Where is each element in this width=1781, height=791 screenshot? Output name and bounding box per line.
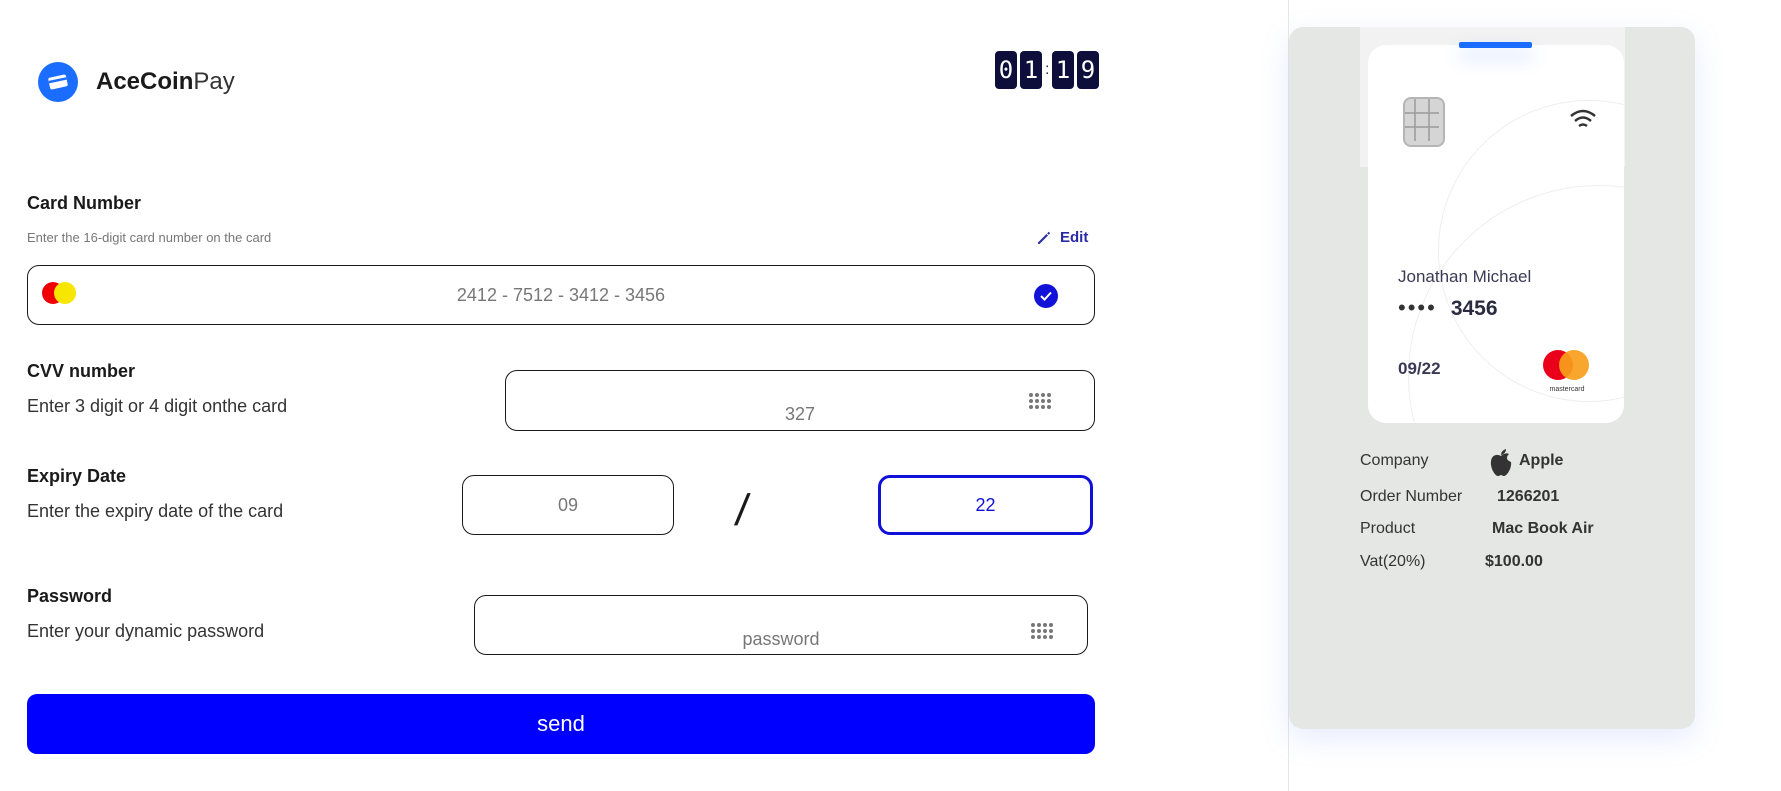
- order-number-label: Order Number: [1360, 488, 1463, 505]
- cvv-input[interactable]: 327: [505, 370, 1095, 431]
- cvv-label: CVV number: [27, 361, 136, 381]
- apple-icon: [1490, 449, 1512, 476]
- expiry-month-input[interactable]: 09: [462, 475, 674, 535]
- timer-digit: 1: [1052, 51, 1074, 89]
- card-number-input[interactable]: 2412 - 7512 - 3412 - 3456: [27, 265, 1095, 325]
- card-number-value: 2412 - 7512 - 3412 - 3456: [456, 284, 666, 305]
- brand-name-light: Pay: [193, 68, 235, 95]
- product-label: Product: [1360, 520, 1416, 537]
- expiry-label: Expiry Date: [27, 466, 127, 486]
- pencil-icon: [1038, 231, 1051, 244]
- brand-name-bold: AceCoin: [96, 68, 194, 95]
- countdown-timer: 0 1 : 1 9: [995, 51, 1099, 89]
- card-preview: Jonathan Michael •••• 3456 09/22 masterca…: [1368, 45, 1624, 423]
- expiry-year-input[interactable]: 22: [878, 475, 1093, 535]
- check-icon: [1034, 284, 1058, 308]
- brand-logo-icon: [38, 62, 78, 102]
- timer-separator: :: [1045, 61, 1050, 78]
- company-value: Apple: [1519, 452, 1564, 469]
- expiry-month-value: 09: [557, 494, 579, 515]
- vat-value: $100.00: [1485, 553, 1543, 570]
- mastercard-logo-icon: mastercard: [1543, 350, 1603, 400]
- chip-icon: [1403, 97, 1445, 147]
- order-number-value: 1266201: [1497, 488, 1560, 505]
- expiry-year-value: 22: [975, 494, 996, 515]
- contactless-icon: [1570, 109, 1596, 128]
- cvv-hint: Enter 3 digit or 4 digit onthe card: [27, 396, 288, 416]
- timer-digit: 0: [995, 51, 1017, 89]
- mastercard-icon: [42, 282, 82, 304]
- company-label: Company: [1360, 452, 1429, 469]
- send-button[interactable]: send: [27, 694, 1095, 754]
- password-hint: Enter your dynamic password: [27, 621, 265, 641]
- card-mask-dots: ••••: [1398, 295, 1437, 320]
- edit-card-button[interactable]: Edit: [1036, 229, 1088, 246]
- card-number-label: Card Number: [27, 193, 142, 213]
- card-holder-name: Jonathan Michael: [1398, 267, 1532, 286]
- keypad-icon: [1031, 623, 1053, 639]
- expiry-separator: /: [732, 486, 752, 535]
- vat-label: Vat(20%): [1360, 553, 1426, 570]
- cvv-value: 327: [784, 404, 816, 424]
- timer-digit: 9: [1077, 51, 1099, 89]
- card-number-hint: Enter the 16-digit card number on the ca…: [27, 230, 272, 245]
- card-expiry: 09/22: [1398, 359, 1441, 378]
- password-input[interactable]: password: [474, 595, 1088, 655]
- product-value: Mac Book Air: [1492, 520, 1594, 537]
- timer-digit: 1: [1020, 51, 1042, 89]
- card-last4: 3456: [1450, 297, 1498, 320]
- expiry-hint: Enter the expiry date of the card: [27, 501, 284, 521]
- edit-label: Edit: [1060, 229, 1089, 246]
- password-placeholder: password: [742, 629, 820, 649]
- password-label: Password: [27, 586, 113, 606]
- brand-name: AceCoinPay: [96, 68, 235, 96]
- mastercard-wordmark: mastercard: [1549, 386, 1585, 393]
- keypad-icon: [1029, 393, 1051, 409]
- card-indicator: [1459, 42, 1532, 48]
- card-masked-number: •••• 3456: [1398, 295, 1498, 321]
